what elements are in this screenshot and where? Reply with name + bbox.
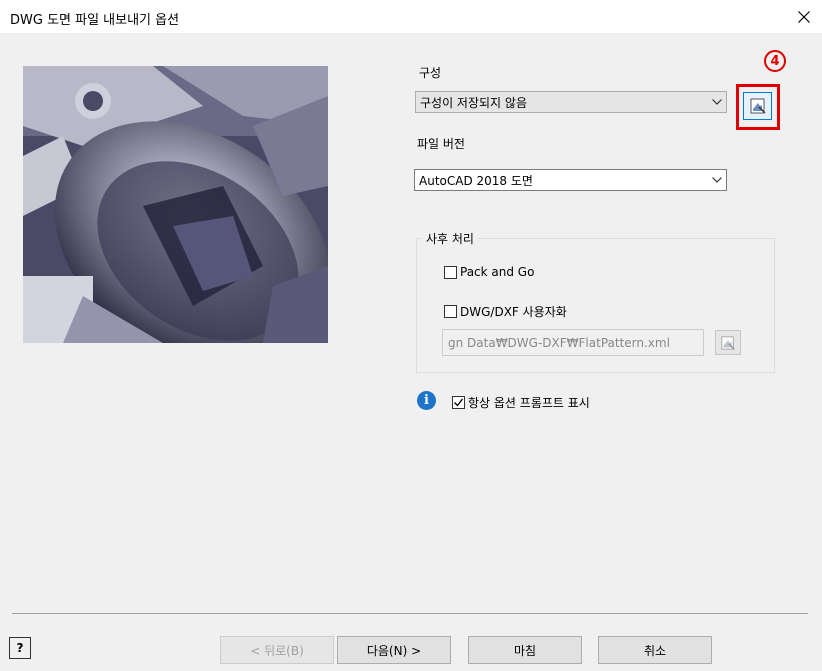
- chevron-down-icon: [708, 99, 726, 105]
- file-version-selected-value: AutoCAD 2018 도면: [419, 173, 533, 188]
- config-dropdown[interactable]: 구성이 저장되지 않음: [415, 91, 727, 113]
- window-title: DWG 도면 파일 내보내기 옵션: [10, 13, 180, 28]
- custom-file-path-field: gn Data₩DWG-DXF₩FlatPattern.xml: [442, 329, 704, 356]
- browse-folder-icon: [750, 98, 766, 114]
- checkmark-icon: [454, 398, 464, 407]
- annotation-number-badge: 4: [764, 50, 786, 72]
- config-selected-value: 구성이 저장되지 않음: [420, 95, 527, 110]
- back-button[interactable]: < 뒤로(B): [220, 636, 334, 664]
- always-prompt-checkbox[interactable]: 항상 옵션 프롬프트 표시: [452, 394, 590, 411]
- checkbox-box: [444, 305, 457, 318]
- finish-button[interactable]: 마침: [468, 636, 582, 664]
- config-label: 구성: [419, 66, 442, 80]
- chevron-down-icon: [708, 177, 726, 183]
- info-icon: i: [417, 391, 436, 410]
- dwg-dxf-custom-checkbox[interactable]: DWG/DXF 사용자화: [444, 303, 567, 320]
- model-preview-image: [23, 66, 328, 343]
- cancel-button[interactable]: 취소: [598, 636, 712, 664]
- browse-folder-icon: [721, 335, 735, 350]
- always-prompt-label: 항상 옵션 프롬프트 표시: [468, 396, 590, 410]
- footer-separator: [12, 613, 808, 614]
- checkbox-box: [444, 265, 457, 279]
- post-processing-group-label: 사후 처리: [422, 230, 478, 247]
- title-bar: DWG 도면 파일 내보내기 옵션: [0, 0, 822, 33]
- pack-and-go-checkbox[interactable]: Pack and Go: [444, 265, 534, 279]
- close-icon: [798, 10, 810, 23]
- config-browse-button[interactable]: [743, 92, 772, 120]
- next-button[interactable]: 다음(N) >: [337, 636, 451, 664]
- pack-and-go-label: Pack and Go: [460, 265, 535, 279]
- file-version-dropdown[interactable]: AutoCAD 2018 도면: [414, 169, 727, 191]
- close-button[interactable]: [786, 0, 822, 33]
- dwg-dxf-custom-label: DWG/DXF 사용자화: [460, 305, 567, 319]
- checkbox-box-checked: [452, 396, 465, 409]
- file-version-label: 파일 버전: [417, 137, 465, 151]
- custom-file-browse-button: [715, 330, 741, 355]
- help-button[interactable]: ?: [9, 637, 31, 659]
